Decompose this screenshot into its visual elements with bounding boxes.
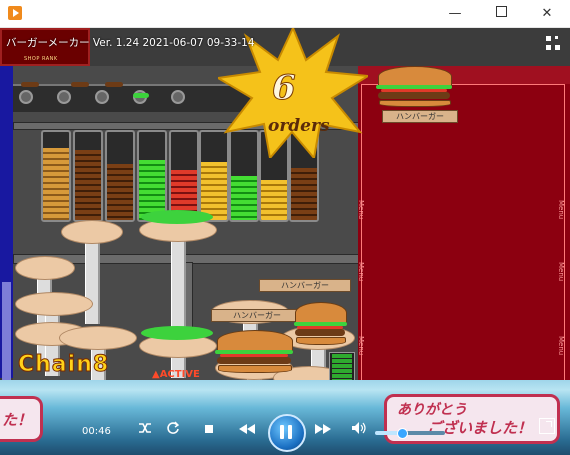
previous-icon <box>239 424 255 434</box>
stop-icon <box>205 425 213 433</box>
media-player-app-icon <box>8 6 22 20</box>
thanks-banner-left-text: た！ <box>2 411 33 429</box>
order-burger-name: ハンバーガー <box>382 110 458 123</box>
volume-slider[interactable] <box>375 428 445 439</box>
shuffle-button[interactable] <box>134 420 156 442</box>
conveyor-lettuce <box>133 93 149 98</box>
lettuce-topping <box>141 326 213 340</box>
order-burger <box>375 66 453 108</box>
repeat-icon <box>167 421 180 434</box>
ingredient-jar-tomato <box>169 130 199 222</box>
menu-label: Menu <box>357 336 365 356</box>
order-panel: ハンバーガー Menu Menu Menu Menu Menu Menu <box>357 66 570 380</box>
shop-rank-label: SHOP RANK <box>24 56 58 62</box>
conveyor-roller <box>57 90 71 104</box>
assembled-burger[interactable] <box>214 330 294 374</box>
mute-button[interactable] <box>348 420 370 442</box>
burger-name-tag: ハンバーガー <box>211 309 303 322</box>
elapsed-time: 00:46 <box>82 426 111 437</box>
orders-label: orders <box>268 116 330 136</box>
repeat-button[interactable] <box>162 420 184 442</box>
exit-fullscreen-icon[interactable] <box>546 36 560 50</box>
chain-counter: Chain8 <box>17 352 110 378</box>
ingredient-jar-patty <box>105 130 135 222</box>
orders-count: 6 <box>272 68 297 109</box>
play-pause-button[interactable] <box>268 414 306 452</box>
previous-button[interactable] <box>234 420 260 442</box>
maximize-button[interactable] <box>478 0 524 27</box>
volume-icon <box>352 422 366 434</box>
ingredient-jar-patty <box>73 130 103 222</box>
conveyor-roller <box>95 90 109 104</box>
conveyor-roller <box>19 90 33 104</box>
maximize-icon <box>495 6 507 17</box>
pause-icon <box>280 425 284 439</box>
close-button[interactable]: ✕ <box>524 0 570 27</box>
stop-button[interactable] <box>198 420 220 442</box>
ingredient-jar-lettuce <box>137 130 167 222</box>
minimize-button[interactable]: — <box>432 0 478 27</box>
next-button[interactable] <box>310 420 336 442</box>
conveyor-patty <box>21 82 39 87</box>
burger-name-tag: ハンバーガー <box>259 279 351 292</box>
active-indicator: ▲ACTIVE <box>152 369 200 380</box>
left-status-fill <box>2 282 11 380</box>
video-viewport[interactable]: バーガーメーカー Ver. 1.24 2021-06-07 09-33-14 S… <box>0 28 570 380</box>
window-titlebar: — ✕ <box>0 0 570 28</box>
conveyor-patty <box>105 82 123 87</box>
order-list <box>361 84 565 380</box>
switch-to-library-button[interactable] <box>539 418 555 434</box>
menu-label: Menu <box>557 336 565 356</box>
thanks-line-1: ありがとう <box>397 402 467 418</box>
thanks-banner-left: た！ <box>0 396 43 442</box>
menu-label: Menu <box>557 200 565 220</box>
menu-label: Menu <box>357 200 365 220</box>
left-status-stripe <box>0 66 13 380</box>
assembled-burger[interactable] <box>293 302 347 346</box>
lettuce-topping <box>141 210 213 224</box>
video-title: バーガーメーカー Ver. 1.24 2021-06-07 09-33-14 <box>6 37 255 49</box>
menu-label: Menu <box>357 262 365 282</box>
thanks-banner-right: ありがとう ございました！ <box>384 394 560 444</box>
menu-label: Menu <box>557 262 565 282</box>
conveyor-roller <box>171 90 185 104</box>
conveyor-patty <box>71 82 89 87</box>
heat-meter <box>329 352 355 380</box>
shuffle-icon <box>139 423 151 433</box>
volume-knob[interactable] <box>396 428 408 439</box>
next-icon <box>315 424 331 434</box>
ingredient-jar-buns <box>41 130 71 222</box>
